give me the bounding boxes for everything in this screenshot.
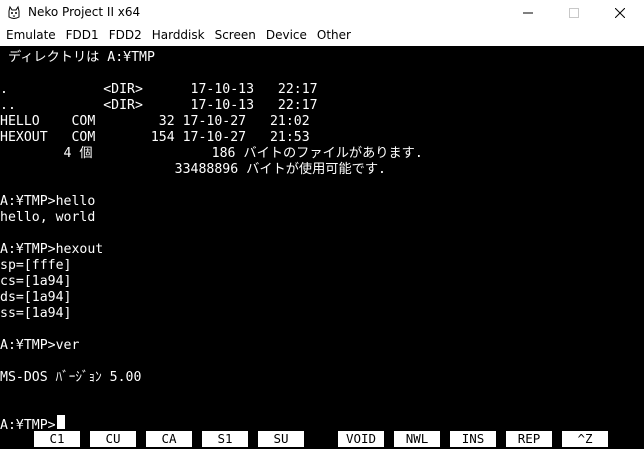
terminal-line: 4 個 186 バイトのファイルがあります. [0,146,423,161]
menu-screen[interactable]: Screen [211,25,260,46]
close-button[interactable] [597,0,643,25]
emulator-screen[interactable]: ディレクトリは A:¥TMP . <DIR> 17-10-13 22:17 ..… [0,46,644,433]
terminal-line: cs=[1a94] [0,274,72,289]
neko-app-icon[interactable] [6,5,22,21]
minimize-button[interactable] [505,0,551,25]
fkey-c1[interactable]: C1 [34,431,80,447]
close-icon [615,7,625,18]
terminal-line: A:¥TMP>ver [0,338,80,353]
fkey-cu[interactable]: CU [90,431,136,447]
terminal-line: ss=[1a94] [0,306,72,321]
terminal-line: sp=[fffe] [0,258,72,273]
window-title: Neko Project II x64 [28,5,141,19]
fkey-rep[interactable]: REP [506,431,552,447]
fkey-nwl[interactable]: NWL [394,431,440,447]
menu-device[interactable]: Device [262,25,311,46]
fkey-su[interactable]: SU [258,431,304,447]
menu-other[interactable]: Other [313,25,355,46]
terminal-line: A:¥TMP>hexout [0,242,104,257]
terminal-line: hello, world [0,210,96,225]
maximize-button[interactable] [551,0,597,25]
title-bar: Neko Project II x64 [0,0,644,25]
text-cursor [57,415,65,430]
menu-fdd1[interactable]: FDD1 [62,25,103,46]
terminal-line: 33488896 バイトが使用可能です. [0,162,386,177]
minimize-icon [523,12,533,13]
terminal-line: MS-DOS ﾊﾞｰｼﾞｮﾝ 5.00 [0,370,142,385]
menu-emulate[interactable]: Emulate [2,25,60,46]
maximize-icon [569,7,579,18]
fkey-ctrl-z[interactable]: ^Z [562,431,608,447]
terminal-line: .. <DIR> 17-10-13 22:17 [0,98,318,113]
terminal-line: HEXOUT COM 154 17-10-27 21:53 [0,130,310,145]
fkey-void[interactable]: VOID [338,431,384,447]
fkey-ins[interactable]: INS [450,431,496,447]
terminal-line: ds=[1a94] [0,290,72,305]
function-key-bar: C1 CU CA S1 SU VOID NWL INS REP ^Z [0,429,644,449]
terminal-line: ディレクトリは A:¥TMP [0,50,155,65]
terminal-line: HELLO COM 32 17-10-27 21:02 [0,114,310,129]
terminal-line: . <DIR> 17-10-13 22:17 [0,82,318,97]
fkey-ca[interactable]: CA [146,431,192,447]
terminal-line: A:¥TMP>hello [0,194,96,209]
menu-bar: Emulate FDD1 FDD2 Harddisk Screen Device… [0,25,644,46]
menu-harddisk[interactable]: Harddisk [148,25,209,46]
fkey-s1[interactable]: S1 [202,431,248,447]
menu-fdd2[interactable]: FDD2 [105,25,146,46]
